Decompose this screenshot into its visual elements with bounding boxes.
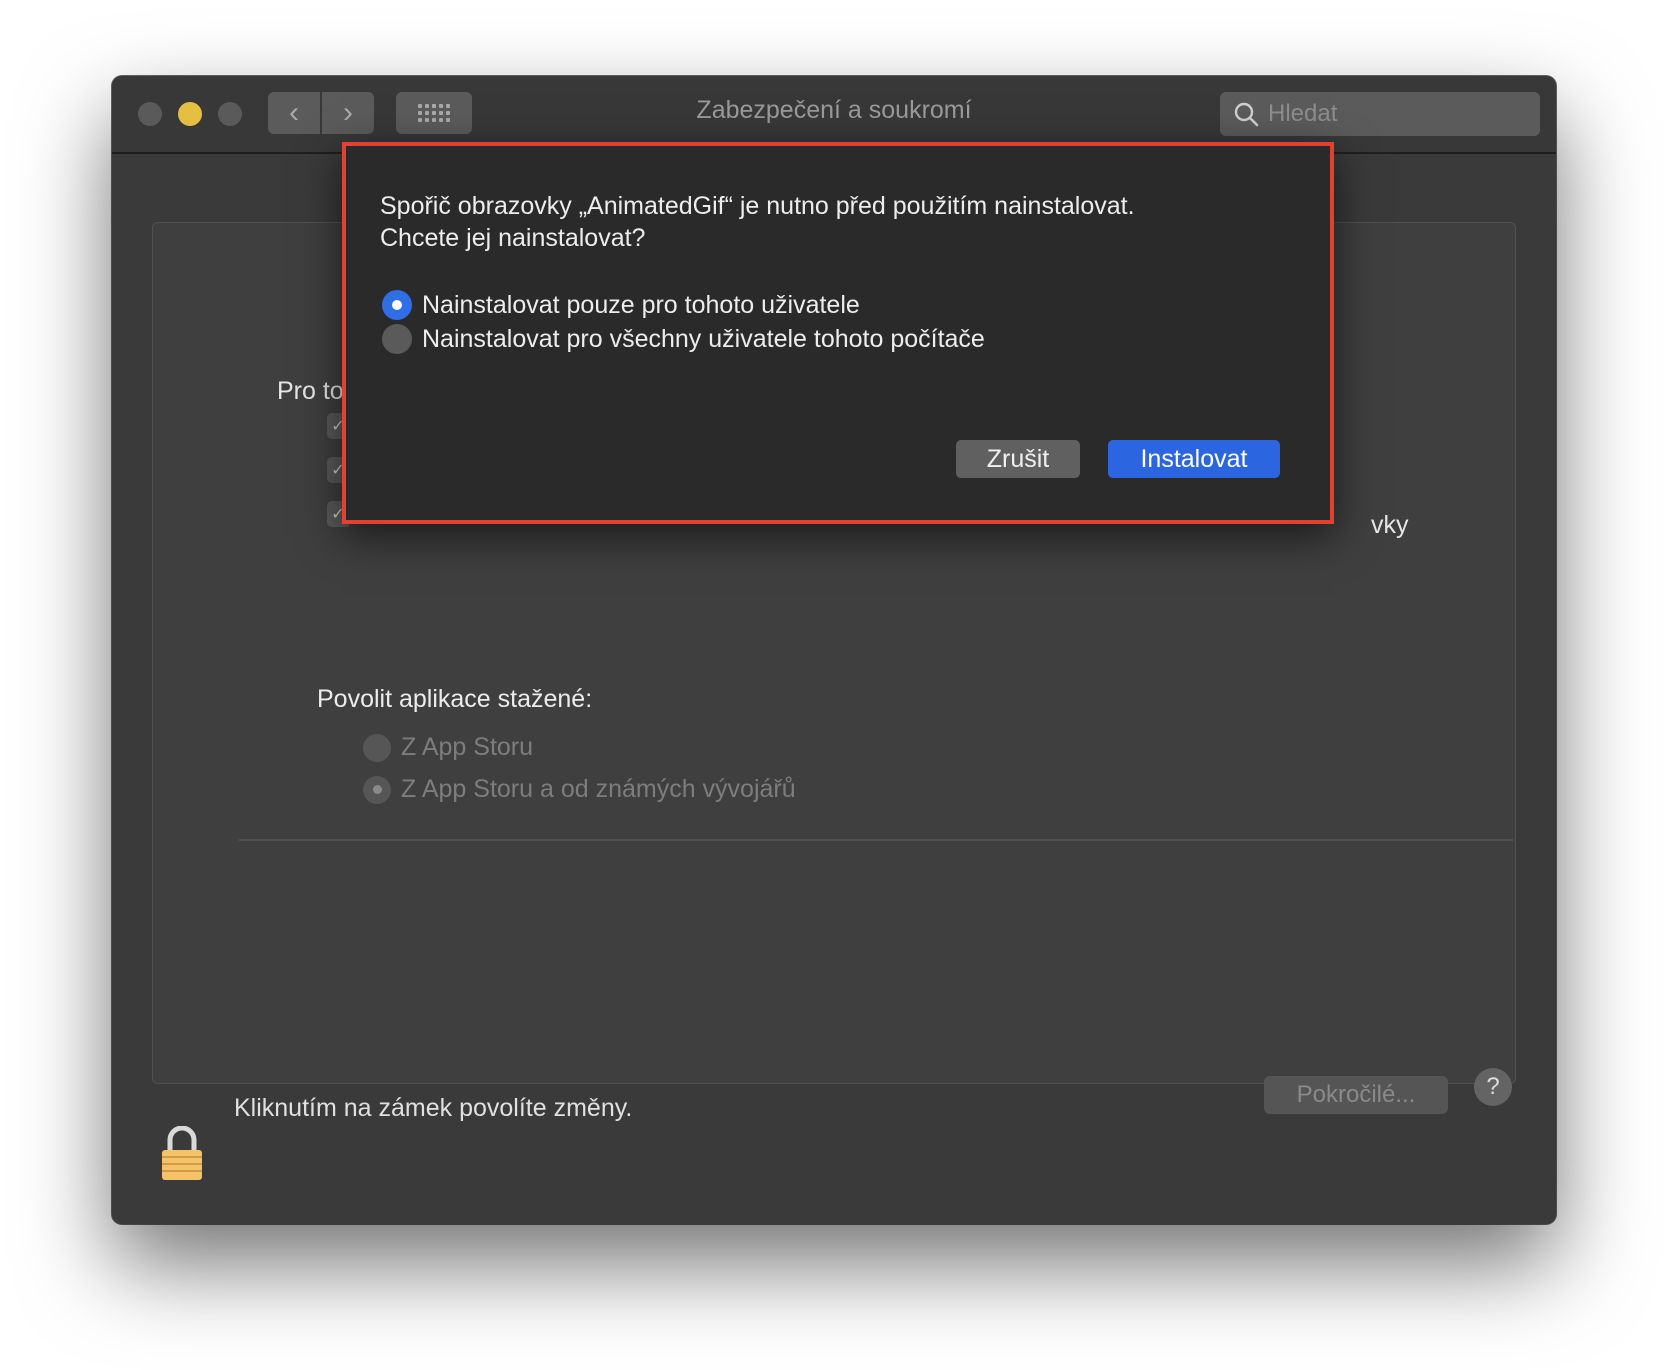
radio-option-app-store-and-developers[interactable]: Z App Storu a od známých vývojářů	[363, 775, 796, 804]
section-divider	[239, 839, 1513, 841]
search-placeholder: Hledat	[1268, 100, 1338, 127]
radio-button[interactable]	[382, 290, 412, 320]
install-button[interactable]: Instalovat	[1108, 440, 1280, 478]
install-screensaver-dialog: Spořič obrazovky „AnimatedGif“ je nutno …	[342, 142, 1334, 524]
radio-option-all-users[interactable]: Nainstalovat pro všechny uživatele tohot…	[382, 324, 985, 354]
search-field[interactable]: Hledat	[1220, 92, 1540, 136]
radio-label: Nainstalovat pro všechny uživatele tohot…	[422, 324, 985, 353]
dialog-message-line2: Chcete jej nainstalovat?	[380, 224, 646, 252]
radio-button[interactable]	[363, 775, 391, 804]
radio-option-app-store[interactable]: Z App Storu	[363, 733, 533, 762]
search-icon	[1234, 102, 1259, 127]
help-button[interactable]: ?	[1474, 1068, 1512, 1106]
option-label-fragment: vky	[1371, 511, 1409, 539]
general-section-label: Pro to	[277, 377, 344, 405]
cancel-button[interactable]: Zrušit	[956, 440, 1080, 478]
radio-button[interactable]	[363, 733, 391, 762]
radio-label: Z App Storu a od známých vývojářů	[401, 775, 796, 803]
dialog-message-line1: Spořič obrazovky „AnimatedGif“ je nutno …	[380, 192, 1135, 220]
dialog-message: Spořič obrazovky „AnimatedGif“ je nutno …	[380, 190, 1260, 254]
radio-option-this-user[interactable]: Nainstalovat pouze pro tohoto uživatele	[382, 290, 860, 320]
lock-hint-text: Kliknutím na zámek povolíte změny.	[234, 1094, 633, 1122]
radio-button[interactable]	[382, 324, 412, 354]
radio-label: Nainstalovat pouze pro tohoto uživatele	[422, 290, 860, 319]
lock-icon[interactable]	[160, 1126, 204, 1182]
advanced-button[interactable]: Pokročilé...	[1264, 1076, 1448, 1114]
radio-label: Z App Storu	[401, 733, 534, 761]
allow-apps-title: Povolit aplikace stažené:	[317, 685, 593, 713]
